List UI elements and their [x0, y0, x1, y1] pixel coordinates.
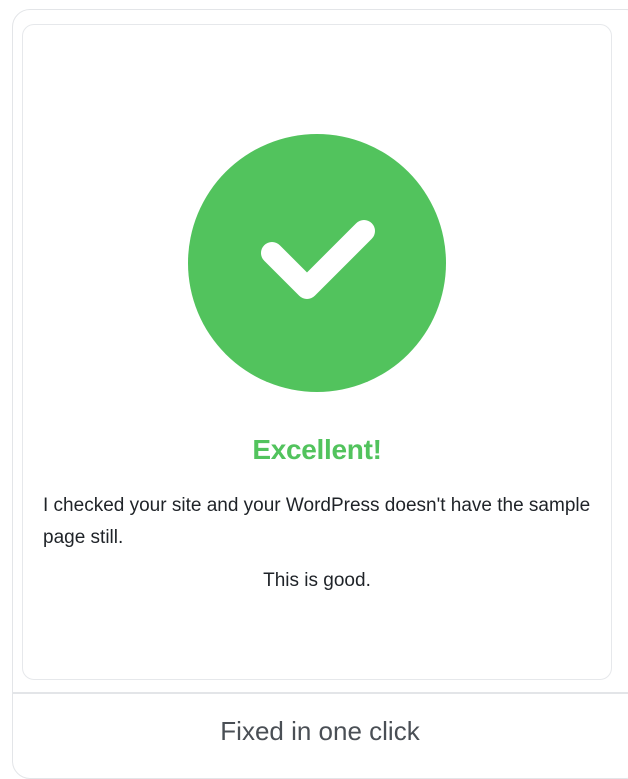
fixed-in-one-click-label: Fixed in one click — [220, 716, 420, 746]
checkmark-icon — [261, 220, 375, 299]
result-headline: Excellent! — [252, 434, 382, 465]
footer-divider — [12, 692, 628, 694]
result-message: I checked your site and your WordPress d… — [43, 495, 591, 548]
result-note: This is good. — [263, 570, 371, 591]
check-circle-icon — [188, 134, 446, 392]
